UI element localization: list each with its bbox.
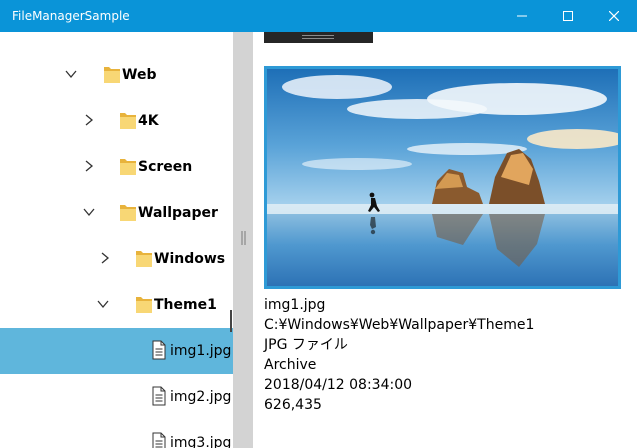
tree-item-wallpaper[interactable]: Wallpaper (0, 190, 233, 236)
folder-icon (104, 67, 120, 83)
tree-item-screen[interactable]: Screen (0, 144, 233, 190)
tree-item-label: Web (122, 67, 157, 83)
close-button[interactable] (591, 0, 637, 32)
folder-icon (120, 113, 136, 129)
chevron-down-icon[interactable] (64, 67, 78, 81)
folder-icon (120, 205, 136, 221)
chevron-right-icon[interactable] (82, 159, 96, 173)
chevron-down-icon[interactable] (96, 297, 110, 311)
folder-icon (136, 297, 152, 313)
tree-item-theme1[interactable]: Theme1 (0, 282, 233, 328)
chevron-down-icon[interactable] (82, 205, 96, 219)
tree-item-label: 4K (138, 113, 159, 129)
file-icon (152, 432, 166, 448)
scrollbar-thumb[interactable] (230, 310, 232, 332)
file-icon (152, 386, 166, 406)
file-size: 626,435 (264, 397, 322, 413)
tree-item-cutoff[interactable] (0, 32, 233, 46)
file-type: JPG ファイル (264, 337, 348, 353)
file-name: img1.jpg (264, 297, 326, 313)
maximize-button[interactable] (545, 0, 591, 32)
tree-item-windows[interactable]: Windows (0, 236, 233, 282)
tree-item-label: Screen (138, 159, 193, 175)
pane-splitter[interactable] (233, 32, 253, 448)
tree-item-label: Windows (154, 251, 226, 267)
preview-image (267, 69, 618, 286)
tree-item-label: img3.jpg (170, 435, 232, 448)
minimize-button[interactable] (499, 0, 545, 32)
minimize-icon (517, 15, 527, 17)
chevron-right-icon[interactable] (82, 113, 96, 127)
maximize-icon (563, 11, 573, 21)
file-path: C:¥Windows¥Web¥Wallpaper¥Theme1 (264, 317, 535, 333)
handle-icon (302, 35, 334, 39)
tree-item-label: Wallpaper (138, 205, 218, 221)
file-attributes: Archive (264, 357, 317, 373)
tree-item-img2[interactable]: img2.jpg (0, 374, 233, 420)
title-bar: FileManagerSample (0, 0, 637, 32)
detail-pane: img1.jpg C:¥Windows¥Web¥Wallpaper¥Theme1… (253, 32, 637, 448)
close-icon (609, 11, 619, 21)
image-preview (264, 66, 621, 289)
tree-item-4k[interactable]: 4K (0, 98, 233, 144)
folder-tree[interactable]: Web 4K Screen Wallpaper Windows Theme1 i… (0, 32, 233, 448)
chevron-right-icon[interactable] (98, 251, 112, 265)
tree-item-label: Theme1 (154, 297, 217, 313)
file-date: 2018/04/12 08:34:00 (264, 377, 413, 393)
folder-icon (120, 159, 136, 175)
tree-item-label: img1.jpg (170, 343, 232, 359)
toolbar-strip (264, 32, 373, 43)
grip-icon (241, 231, 246, 245)
tree-item-web[interactable]: Web (0, 52, 233, 98)
tree-item-label: img2.jpg (170, 389, 232, 405)
tree-item-img1[interactable]: img1.jpg (0, 328, 233, 374)
file-icon (152, 340, 166, 360)
app-title: FileManagerSample (12, 9, 130, 23)
tree-item-img3[interactable]: img3.jpg (0, 420, 233, 448)
folder-icon (136, 251, 152, 267)
